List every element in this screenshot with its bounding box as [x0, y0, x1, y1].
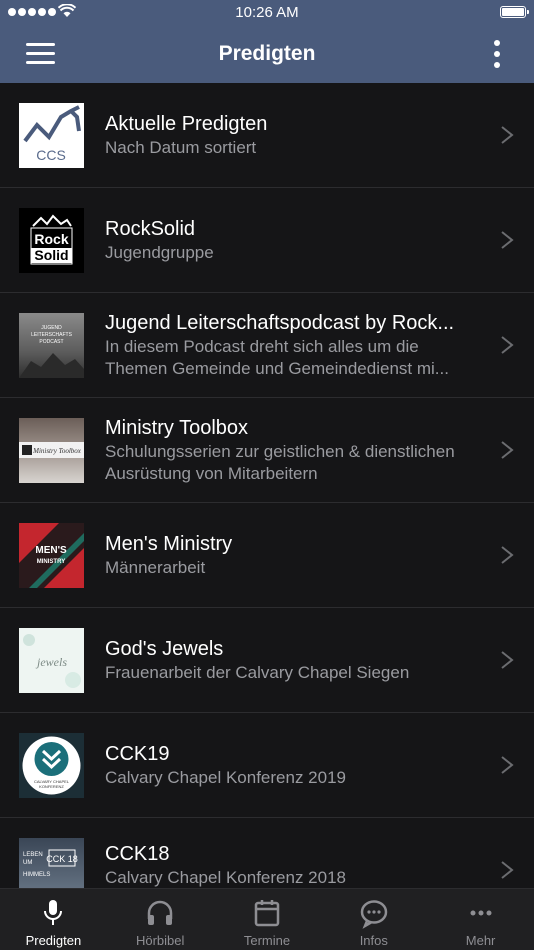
- chevron-right-icon: [501, 126, 514, 144]
- tab-mehr[interactable]: Mehr: [427, 889, 534, 950]
- list-item[interactable]: Ministry Toolbox Ministry Toolbox Schulu…: [0, 398, 534, 503]
- item-subtitle: In diesem Podcast dreht sich alles um di…: [105, 337, 449, 378]
- svg-text:KONFERENZ: KONFERENZ: [39, 784, 64, 789]
- svg-text:Ministry Toolbox: Ministry Toolbox: [32, 447, 82, 455]
- thumbnail-gods-jewels: jewels: [19, 628, 84, 693]
- tab-label: Mehr: [465, 933, 496, 948]
- status-time: 10:26 AM: [235, 4, 299, 21]
- list-item[interactable]: CCS Aktuelle Predigten Nach Datum sortie…: [0, 83, 534, 188]
- svg-text:CCS: CCS: [36, 147, 66, 163]
- svg-text:Solid: Solid: [34, 247, 68, 263]
- item-subtitle: Calvary Chapel Konferenz 2018: [105, 867, 346, 887]
- item-title: Ministry Toolbox: [105, 417, 249, 439]
- item-subtitle: Calvary Chapel Konferenz 2019: [105, 768, 346, 787]
- more-dots-icon: [470, 910, 492, 916]
- tab-infos[interactable]: Infos: [320, 889, 427, 950]
- item-subtitle: Schulungsserien zur geistlichen & dienst…: [105, 442, 455, 483]
- sermon-list: CCS Aktuelle Predigten Nach Datum sortie…: [0, 83, 534, 888]
- list-item[interactable]: LEBEN UM CCK 18 HIMMELS CCK18 Calvary Ch…: [0, 818, 534, 888]
- svg-text:LEITERSCHAFTS: LEITERSCHAFTS: [31, 332, 73, 338]
- tab-label: Infos: [359, 933, 388, 948]
- list-item[interactable]: MEN'S MINISTRY Men's Ministry Männerarbe…: [0, 503, 534, 608]
- svg-text:MEN'S: MEN'S: [35, 545, 67, 556]
- svg-text:JUGEND: JUGEND: [41, 325, 62, 331]
- page-title: Predigten: [218, 42, 316, 65]
- navigation-bar: Predigten: [0, 26, 534, 83]
- tab-bar: Predigten Hörbibel Termine Infos Mehr: [0, 888, 534, 950]
- list-item[interactable]: jewels God's Jewels Frauenarbeit der Cal…: [0, 608, 534, 713]
- item-subtitle: Frauenarbeit der Calvary Chapel Siegen: [105, 663, 410, 682]
- item-subtitle: Nach Datum sortiert: [105, 138, 257, 157]
- chevron-right-icon: [501, 336, 514, 354]
- svg-text:CCK 18: CCK 18: [46, 854, 78, 864]
- item-title: Men's Ministry: [105, 533, 233, 555]
- battery-icon: [500, 6, 529, 18]
- item-title: God's Jewels: [105, 638, 224, 660]
- chevron-right-icon: [501, 441, 514, 459]
- svg-text:UM: UM: [23, 860, 32, 866]
- thumbnail-mens-ministry: MEN'S MINISTRY: [19, 523, 84, 588]
- calendar-icon: [254, 900, 280, 927]
- svg-text:LEBEN: LEBEN: [23, 852, 43, 858]
- chat-bubble-icon: [360, 900, 388, 929]
- chevron-right-icon: [501, 546, 514, 564]
- chevron-right-icon: [501, 861, 514, 879]
- thumbnail-rocksolid-logo: Rock Solid: [19, 208, 84, 273]
- item-title: Jugend Leiterschaftspodcast by Rock...: [105, 312, 455, 334]
- chevron-right-icon: [501, 756, 514, 774]
- svg-text:MINISTRY: MINISTRY: [37, 559, 65, 565]
- tab-label: Predigten: [25, 933, 82, 948]
- tab-hoerbibel[interactable]: Hörbibel: [107, 889, 214, 950]
- svg-text:PODCAST: PODCAST: [39, 339, 63, 345]
- tab-label: Termine: [243, 933, 291, 948]
- tab-termine[interactable]: Termine: [214, 889, 321, 950]
- chevron-right-icon: [501, 651, 514, 669]
- item-title: RockSolid: [105, 218, 196, 240]
- microphone-icon: [44, 900, 63, 925]
- tab-label: Hörbibel: [135, 933, 185, 948]
- item-title: Aktuelle Predigten: [105, 113, 268, 135]
- more-vertical-icon[interactable]: [494, 40, 500, 68]
- thumbnail-ministry-toolbox: Ministry Toolbox: [19, 418, 84, 483]
- thumbnail-cck18: LEBEN UM CCK 18 HIMMELS: [19, 838, 84, 888]
- chevron-right-icon: [501, 231, 514, 249]
- svg-text:jewels: jewels: [35, 655, 67, 669]
- list-item[interactable]: Rock Solid RockSolid Jugendgruppe: [0, 188, 534, 293]
- svg-text:HIMMELS: HIMMELS: [23, 872, 50, 878]
- item-title: CCK18: [105, 842, 170, 865]
- item-title: CCK19: [105, 743, 170, 765]
- tab-predigten[interactable]: Predigten: [0, 889, 107, 950]
- thumbnail-leadership-podcast: JUGEND LEITERSCHAFTS PODCAST: [19, 313, 84, 378]
- item-subtitle: Jugendgruppe: [105, 243, 214, 262]
- thumbnail-ccs-logo: CCS: [19, 103, 84, 168]
- item-subtitle: Männerarbeit: [105, 558, 206, 577]
- list-item[interactable]: CALVARY CHAPEL KONFERENZ CCK19 Calvary C…: [0, 713, 534, 818]
- svg-text:Rock: Rock: [34, 231, 68, 247]
- status-bar: 10:26 AM: [0, 0, 534, 26]
- headphones-icon: [147, 900, 173, 925]
- list-item[interactable]: JUGEND LEITERSCHAFTS PODCAST Jugend Leit…: [0, 293, 534, 398]
- thumbnail-cck19: CALVARY CHAPEL KONFERENZ: [19, 733, 84, 798]
